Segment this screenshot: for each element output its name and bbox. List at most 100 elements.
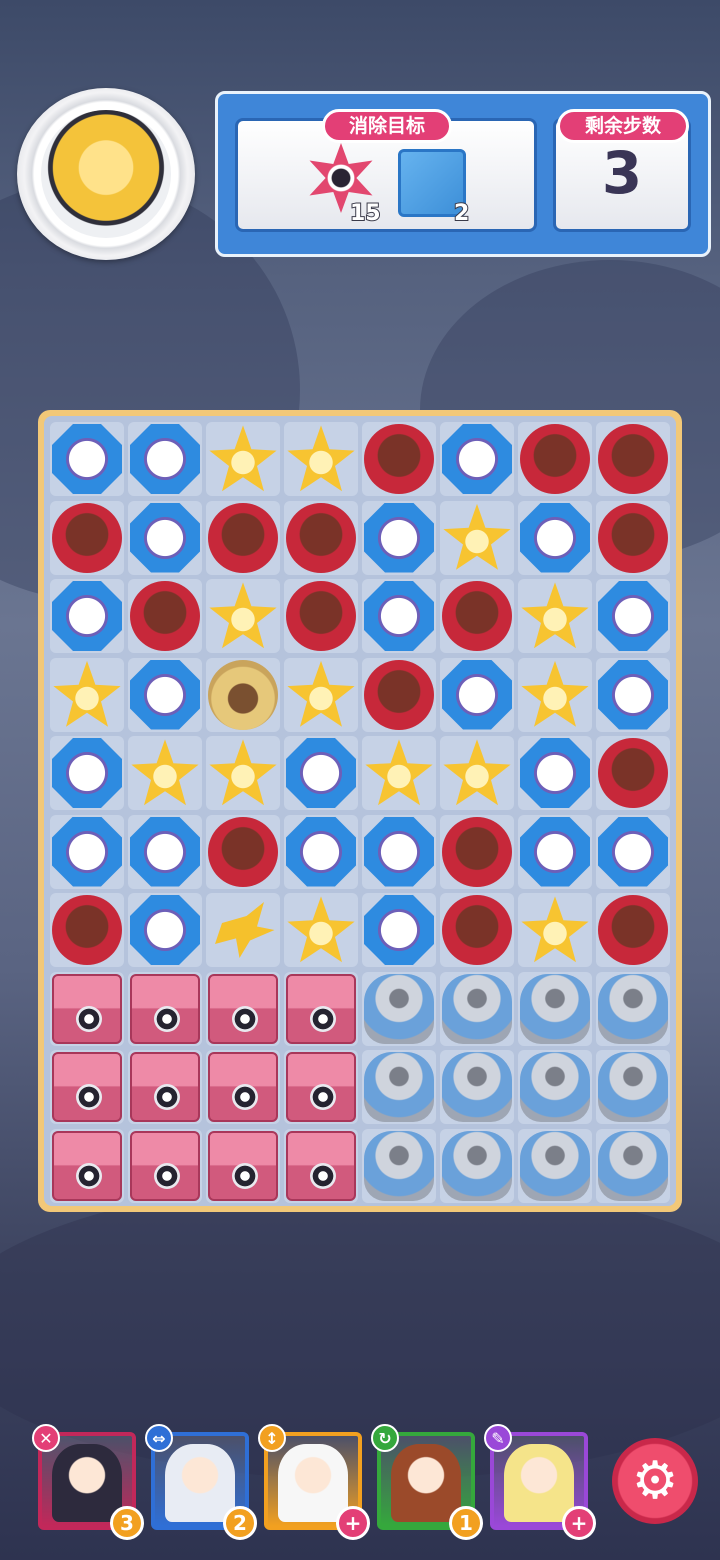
board-cell[interactable] xyxy=(206,579,280,653)
crate-piece xyxy=(208,1130,278,1201)
board-cell[interactable] xyxy=(518,500,592,575)
board-cell[interactable] xyxy=(50,893,124,967)
hero-5-card[interactable]: ✎ + xyxy=(484,1424,596,1540)
hero-badge: + xyxy=(562,1506,596,1540)
board-cell[interactable] xyxy=(50,971,124,1046)
board-cell[interactable] xyxy=(128,814,202,889)
board-cell[interactable] xyxy=(362,893,436,967)
board-cell[interactable] xyxy=(440,422,514,496)
board-cell[interactable] xyxy=(206,1128,280,1203)
board-cell[interactable] xyxy=(440,500,514,575)
board-cell[interactable] xyxy=(440,893,514,967)
board-cell[interactable] xyxy=(362,422,436,496)
blue-piece xyxy=(130,895,200,965)
board-cell[interactable] xyxy=(206,1050,280,1124)
board-cell[interactable] xyxy=(206,657,280,732)
board-cell[interactable] xyxy=(440,657,514,732)
board-cell[interactable] xyxy=(284,736,358,810)
yellow-piece xyxy=(521,582,589,649)
hero-4-card[interactable]: ↻ 1 xyxy=(371,1424,483,1540)
board-cell[interactable] xyxy=(362,500,436,575)
board-cell[interactable] xyxy=(50,814,124,889)
close-icon: ✕ xyxy=(32,1424,60,1452)
board-cell[interactable] xyxy=(128,500,202,575)
board-cell[interactable] xyxy=(128,1128,202,1203)
board-cell[interactable] xyxy=(518,893,592,967)
settings-button[interactable]: ⚙ xyxy=(612,1438,698,1524)
hero-badge: + xyxy=(336,1506,370,1540)
board-cell[interactable] xyxy=(362,657,436,732)
hero-3-card[interactable]: ↕ + xyxy=(258,1424,370,1540)
board-cell[interactable] xyxy=(440,1050,514,1124)
board-cell[interactable] xyxy=(596,1128,670,1203)
board-cell[interactable] xyxy=(362,579,436,653)
board-cell[interactable] xyxy=(596,736,670,810)
board-cell[interactable] xyxy=(596,1050,670,1124)
board-cell[interactable] xyxy=(128,657,202,732)
hero-2-card[interactable]: ⇔ 2 xyxy=(145,1424,257,1540)
hero-portrait xyxy=(278,1444,348,1522)
board-cell[interactable] xyxy=(284,579,358,653)
board-cell[interactable] xyxy=(518,1128,592,1203)
board-cell[interactable] xyxy=(284,500,358,575)
board-cell[interactable] xyxy=(596,422,670,496)
board-cell[interactable] xyxy=(518,1050,592,1124)
board-cell[interactable] xyxy=(128,971,202,1046)
board-cell[interactable] xyxy=(284,893,358,967)
board-cell[interactable] xyxy=(362,736,436,810)
board-cell[interactable] xyxy=(284,814,358,889)
board-cell[interactable] xyxy=(440,579,514,653)
board-cell[interactable] xyxy=(440,736,514,810)
board-cell[interactable] xyxy=(362,1050,436,1124)
board-cell[interactable] xyxy=(128,893,202,967)
board-cell[interactable] xyxy=(284,1050,358,1124)
board-cell[interactable] xyxy=(206,893,280,967)
board-cell[interactable] xyxy=(128,422,202,496)
board-cell[interactable] xyxy=(596,971,670,1046)
board-cell[interactable] xyxy=(284,422,358,496)
board-cell[interactable] xyxy=(50,422,124,496)
blue-piece xyxy=(364,895,434,965)
board-cell[interactable] xyxy=(362,971,436,1046)
board-cell[interactable] xyxy=(596,657,670,732)
board-cell[interactable] xyxy=(518,422,592,496)
board-cell[interactable] xyxy=(206,971,280,1046)
board-cell[interactable] xyxy=(50,579,124,653)
hero-portrait xyxy=(52,1444,122,1522)
board-cell[interactable] xyxy=(128,1050,202,1124)
board-cell[interactable] xyxy=(440,971,514,1046)
board-cell[interactable] xyxy=(128,579,202,653)
board-cell[interactable] xyxy=(206,500,280,575)
game-board xyxy=(38,410,682,1212)
board-cell[interactable] xyxy=(50,736,124,810)
board-cell[interactable] xyxy=(284,1128,358,1203)
board-cell[interactable] xyxy=(206,422,280,496)
board-cell[interactable] xyxy=(518,971,592,1046)
board-cell[interactable] xyxy=(440,1128,514,1203)
board-cell[interactable] xyxy=(50,500,124,575)
player-avatar[interactable] xyxy=(17,88,195,260)
board-cell[interactable] xyxy=(362,814,436,889)
gear-icon: ⚙ xyxy=(631,1451,679,1511)
board-cell[interactable] xyxy=(518,657,592,732)
board-cell[interactable] xyxy=(50,1128,124,1203)
board-cell[interactable] xyxy=(284,657,358,732)
board-cell[interactable] xyxy=(518,814,592,889)
crate-piece xyxy=(52,1130,122,1201)
board-cell[interactable] xyxy=(50,1050,124,1124)
board-cell[interactable] xyxy=(206,814,280,889)
board-cell[interactable] xyxy=(284,971,358,1046)
board-cell[interactable] xyxy=(206,736,280,810)
board-cell[interactable] xyxy=(596,893,670,967)
board-cell[interactable] xyxy=(50,657,124,732)
board-cell[interactable] xyxy=(128,736,202,810)
hero-1-card[interactable]: ✕ 3 xyxy=(32,1424,144,1540)
crate-piece xyxy=(130,973,200,1044)
board-cell[interactable] xyxy=(518,736,592,810)
board-cell[interactable] xyxy=(596,579,670,653)
board-cell[interactable] xyxy=(596,814,670,889)
board-cell[interactable] xyxy=(362,1128,436,1203)
board-cell[interactable] xyxy=(596,500,670,575)
board-cell[interactable] xyxy=(440,814,514,889)
board-cell[interactable] xyxy=(518,579,592,653)
